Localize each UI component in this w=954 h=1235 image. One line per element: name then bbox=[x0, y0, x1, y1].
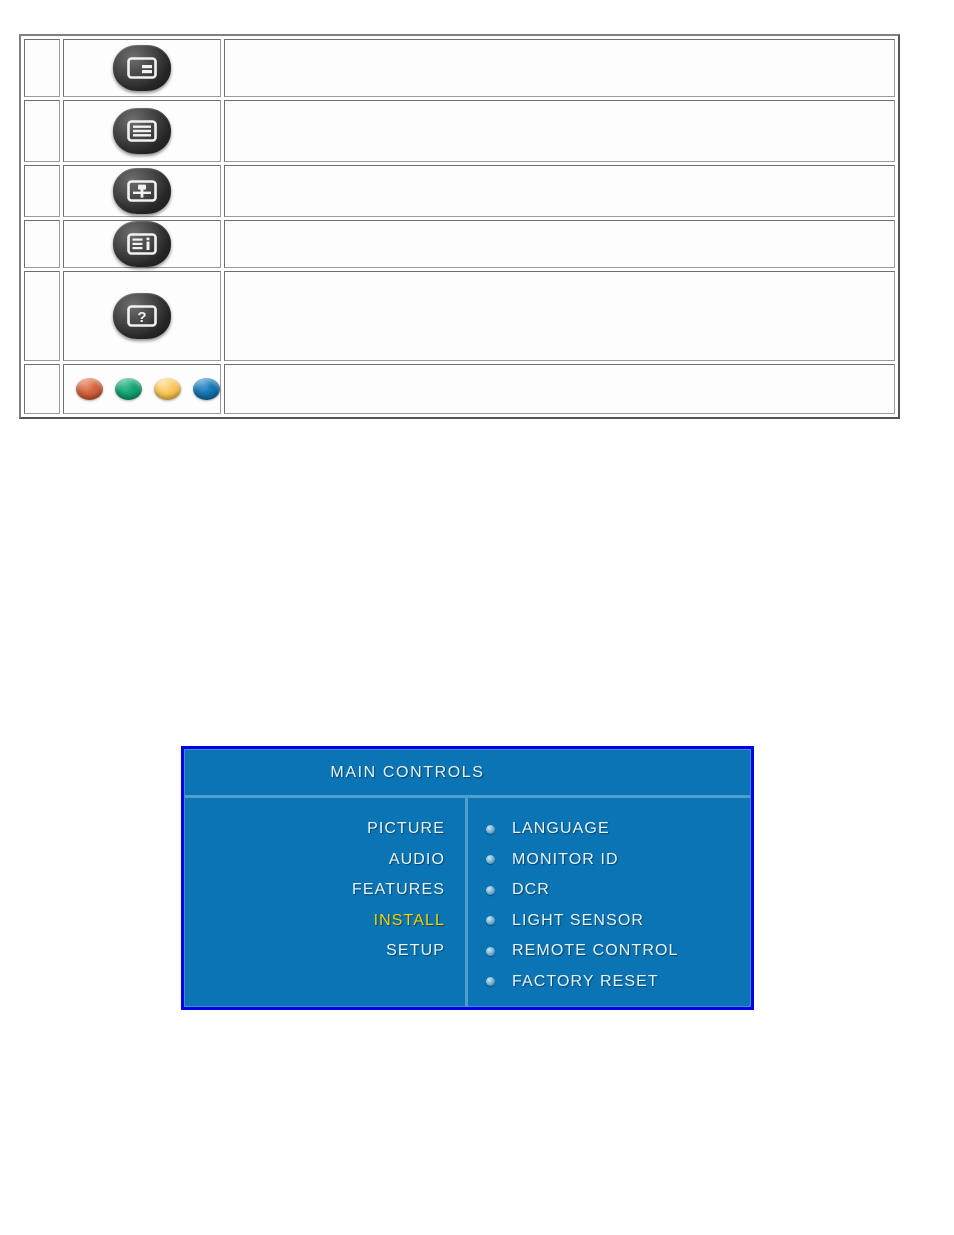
green-dot[interactable] bbox=[114, 378, 142, 400]
osd-submenu-label: LANGUAGE bbox=[512, 820, 610, 837]
row-index-label bbox=[25, 129, 59, 133]
row-description-cell bbox=[223, 165, 895, 217]
bullet-icon bbox=[486, 916, 495, 926]
table-row bbox=[24, 220, 895, 268]
row-index-label bbox=[25, 189, 59, 193]
table-row bbox=[24, 364, 895, 414]
help-question-icon[interactable]: ? bbox=[112, 293, 171, 339]
blue-dot[interactable] bbox=[192, 378, 220, 400]
osd-sub-menu-column: LANGUAGE MONITOR ID DCR LIGHT SENSOR REM… bbox=[468, 798, 750, 1006]
row-index-label bbox=[25, 66, 59, 70]
yellow-dot[interactable] bbox=[153, 378, 181, 400]
bullet-icon bbox=[486, 946, 495, 956]
table-row bbox=[24, 100, 895, 162]
osd-menu-item-audio[interactable]: AUDIO bbox=[185, 845, 445, 876]
row-index-cell bbox=[24, 100, 60, 162]
row-description-label bbox=[225, 66, 894, 70]
menu-lines-icon[interactable] bbox=[112, 108, 171, 154]
osd-submenu-label: LIGHT SENSOR bbox=[512, 911, 645, 929]
row-icon-cell bbox=[62, 165, 221, 217]
row-index-label bbox=[25, 242, 59, 246]
row-index-label bbox=[25, 387, 59, 391]
row-description-cell bbox=[223, 271, 895, 361]
osd-main-controls-panel: MAIN CONTROLS PICTURE AUDIO FEATURES INS… bbox=[181, 746, 754, 1010]
bullet-icon bbox=[486, 824, 495, 834]
osd-submenu-item-dcr[interactable]: DCR bbox=[486, 875, 750, 906]
row-index-cell bbox=[24, 39, 60, 97]
row-index-cell bbox=[24, 364, 60, 414]
row-description-label bbox=[225, 387, 894, 391]
row-icon-cell bbox=[62, 220, 221, 268]
row-index-label bbox=[25, 314, 59, 318]
red-dot[interactable] bbox=[75, 378, 103, 400]
osd-main-menu-column: PICTURE AUDIO FEATURES INSTALL SETUP bbox=[185, 798, 468, 1006]
osd-menu-item-picture[interactable]: PICTURE bbox=[185, 814, 445, 845]
row-index-cell bbox=[24, 220, 60, 268]
row-description-label bbox=[225, 129, 894, 133]
osd-submenu-item-factory-reset[interactable]: FACTORY RESET bbox=[486, 967, 750, 998]
row-description-cell bbox=[223, 220, 895, 268]
osd-submenu-item-light-sensor[interactable]: LIGHT SENSOR bbox=[486, 906, 750, 937]
row-icon-cell bbox=[62, 39, 221, 97]
button-legend-table: ? bbox=[19, 34, 900, 419]
osd-submenu-item-remote-control[interactable]: REMOTE CONTROL bbox=[486, 936, 750, 967]
table-row: ? bbox=[24, 271, 895, 361]
osd-body: PICTURE AUDIO FEATURES INSTALL SETUP LAN… bbox=[185, 798, 750, 1006]
auto-adjust-icon[interactable] bbox=[112, 168, 171, 214]
osd-submenu-item-monitor-id[interactable]: MONITOR ID bbox=[486, 845, 750, 876]
row-description-label bbox=[225, 242, 894, 246]
osd-menu-item-setup[interactable]: SETUP bbox=[185, 936, 445, 967]
osd-submenu-item-language[interactable]: LANGUAGE bbox=[486, 814, 750, 845]
osd-title-bar: MAIN CONTROLS bbox=[185, 750, 750, 798]
page-title: MAIN CONTROLS bbox=[330, 763, 485, 781]
row-description-cell bbox=[223, 39, 895, 97]
table-row bbox=[24, 165, 895, 217]
picture-in-picture-icon[interactable] bbox=[112, 45, 171, 91]
row-description-label bbox=[225, 189, 894, 193]
osd-inner-frame: MAIN CONTROLS PICTURE AUDIO FEATURES INS… bbox=[184, 749, 751, 1007]
osd-menu-item-features[interactable]: FEATURES bbox=[185, 875, 445, 906]
svg-text:?: ? bbox=[137, 309, 146, 326]
row-description-label bbox=[225, 314, 894, 318]
row-description-cell bbox=[223, 100, 895, 162]
row-icon-cell bbox=[62, 364, 221, 414]
row-index-cell bbox=[24, 165, 60, 217]
table-row bbox=[24, 39, 895, 97]
row-icon-cell: ? bbox=[62, 271, 221, 361]
bullet-icon bbox=[486, 855, 495, 865]
row-icon-cell bbox=[62, 100, 221, 162]
row-description-cell bbox=[223, 364, 895, 414]
osd-menu-item-install[interactable]: INSTALL bbox=[185, 906, 445, 937]
osd-submenu-label: MONITOR ID bbox=[512, 850, 619, 868]
information-icon[interactable] bbox=[112, 221, 171, 267]
osd-submenu-label: FACTORY RESET bbox=[512, 972, 659, 990]
row-index-cell bbox=[24, 271, 60, 361]
bullet-icon bbox=[486, 885, 495, 895]
osd-submenu-label: REMOTE CONTROL bbox=[512, 942, 679, 959]
bullet-icon bbox=[486, 977, 495, 987]
osd-submenu-label: DCR bbox=[512, 881, 550, 898]
color-dots-icon bbox=[64, 378, 220, 400]
